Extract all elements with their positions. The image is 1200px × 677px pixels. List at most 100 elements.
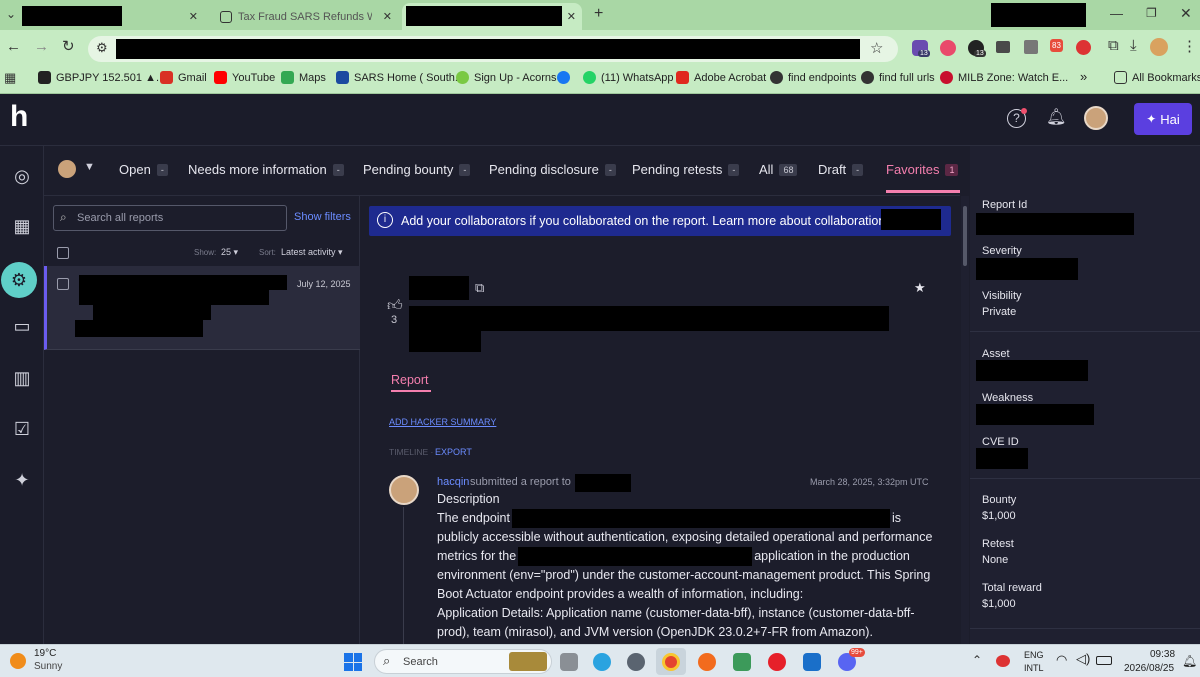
favorite-star-icon[interactable]: ★ bbox=[914, 280, 926, 296]
extension-icon-4[interactable] bbox=[1024, 40, 1038, 54]
bookmark-sars[interactable]: SARS Home ( South... bbox=[336, 71, 464, 84]
bookmark-whatsapp[interactable]: (11) WhatsApp bbox=[583, 71, 674, 84]
minimize-icon[interactable]: — bbox=[1110, 6, 1123, 21]
wifi-icon[interactable]: ◠ bbox=[1056, 652, 1067, 668]
telegram-icon[interactable] bbox=[593, 653, 611, 671]
outlook-icon[interactable] bbox=[803, 653, 821, 671]
close-icon[interactable]: ✕ bbox=[567, 10, 576, 23]
bell-icon[interactable]: 🔔︎ bbox=[1046, 107, 1066, 127]
bookmark-adobe[interactable]: Adobe Acrobat bbox=[676, 71, 766, 84]
target-icon[interactable]: ◎ bbox=[9, 163, 35, 189]
tab-favorites[interactable]: Favorites 1 bbox=[886, 162, 959, 177]
weather-desc[interactable]: Sunny bbox=[34, 661, 62, 672]
bookmark-facebook[interactable] bbox=[557, 71, 570, 84]
tab-all[interactable]: All 68 bbox=[759, 162, 798, 177]
dashboard-icon[interactable]: ▦ bbox=[9, 213, 35, 239]
author-avatar[interactable] bbox=[389, 475, 419, 505]
close-icon[interactable]: ✕ bbox=[189, 10, 198, 23]
author-link[interactable]: hacqin bbox=[437, 476, 469, 488]
chevron-up-icon[interactable]: ⌃ bbox=[972, 653, 982, 667]
tab-open[interactable]: Open - bbox=[119, 162, 168, 177]
tab-needs-more-information[interactable]: Needs more information - bbox=[188, 162, 344, 177]
windows-taskbar: 19°C Sunny ⌕ Search 99+ ⌃ ENG INTL ◠ ◁) … bbox=[0, 644, 1200, 677]
all-bookmarks[interactable]: All Bookmarks bbox=[1114, 71, 1200, 84]
close-icon[interactable]: ✕ bbox=[383, 10, 392, 23]
photos-icon[interactable] bbox=[733, 653, 751, 671]
profile-avatar[interactable] bbox=[1150, 38, 1168, 56]
tab-pending-retests[interactable]: Pending retests - bbox=[632, 162, 740, 177]
list-item-checkbox[interactable] bbox=[57, 278, 69, 290]
folder-icon[interactable] bbox=[996, 41, 1010, 53]
extension-icon-5[interactable] bbox=[1076, 40, 1091, 55]
notifications-bell-icon[interactable]: 🔔︎ bbox=[1182, 654, 1197, 668]
detail-scrollbar[interactable] bbox=[961, 196, 969, 644]
back-icon[interactable]: ← bbox=[6, 38, 21, 55]
yandex-icon[interactable] bbox=[768, 653, 786, 671]
browser-tab-1[interactable]: ✕ bbox=[14, 3, 204, 30]
user-avatar[interactable] bbox=[58, 160, 76, 178]
ai-sparkle-icon[interactable]: ✦ bbox=[9, 467, 35, 493]
upvote-icon[interactable]: 👍︎ bbox=[387, 297, 403, 315]
clock-date[interactable]: 2026/08/25 bbox=[1124, 663, 1174, 674]
reload-icon[interactable]: ↻ bbox=[62, 37, 75, 55]
close-window-icon[interactable]: ✕ bbox=[1180, 5, 1192, 22]
more-bookmarks-button[interactable]: » bbox=[1080, 69, 1087, 84]
forward-icon[interactable]: → bbox=[34, 38, 49, 55]
battery-icon[interactable] bbox=[1096, 656, 1112, 665]
user-avatar[interactable] bbox=[1084, 106, 1108, 130]
weather-temp[interactable]: 19°C bbox=[34, 648, 56, 659]
address-bar[interactable]: ⚙ ☆ bbox=[88, 36, 898, 62]
settings-icon[interactable] bbox=[627, 653, 645, 671]
analytics-icon[interactable]: ▭ bbox=[9, 313, 35, 339]
bookmark-acorns[interactable]: Sign Up - Acorns bbox=[456, 71, 557, 84]
export-link[interactable]: EXPORT bbox=[435, 447, 472, 457]
site-info-icon[interactable]: ⚙ bbox=[96, 40, 108, 56]
chrome-icon[interactable] bbox=[662, 653, 680, 671]
bookmark-milb[interactable]: MILB Zone: Watch E... bbox=[940, 71, 1068, 84]
language-eng[interactable]: ENG bbox=[1024, 650, 1044, 660]
apps-grid-icon[interactable]: ▦ bbox=[4, 70, 16, 86]
new-tab-button[interactable]: + bbox=[594, 5, 603, 23]
tray-app-icon[interactable] bbox=[996, 655, 1010, 667]
task-view-icon[interactable] bbox=[560, 653, 578, 671]
language-intl[interactable]: INTL bbox=[1024, 663, 1044, 673]
add-hacker-summary-link[interactable]: ADD HACKER SUMMARY bbox=[389, 417, 496, 427]
show-count-select[interactable]: 25 ▾ bbox=[221, 247, 238, 258]
browser-tab-2[interactable]: Tax Fraud SARS Refunds Warnin ✕ bbox=[212, 3, 398, 30]
copy-icon[interactable]: ⧉ bbox=[475, 280, 484, 296]
bookmark-gbpjpy[interactable]: GBPJPY 152.501 ▲... bbox=[38, 71, 165, 84]
select-all-checkbox[interactable] bbox=[57, 247, 69, 259]
windows-start-icon[interactable] bbox=[344, 653, 362, 671]
report-tab[interactable]: Report bbox=[391, 373, 429, 387]
chevron-down-icon[interactable]: ▼ bbox=[84, 161, 95, 173]
restore-icon[interactable]: ❐ bbox=[1146, 6, 1157, 20]
clock-time[interactable]: 09:38 bbox=[1150, 649, 1175, 660]
taskbar-search[interactable]: ⌕ Search bbox=[374, 649, 552, 674]
tab-pending-disclosure[interactable]: Pending disclosure - bbox=[489, 162, 616, 177]
puzzle-icon[interactable]: ⧉ bbox=[1108, 37, 1119, 54]
sort-select[interactable]: Latest activity ▾ bbox=[281, 247, 343, 258]
search-input[interactable]: ⌕ Search all reports bbox=[53, 205, 287, 231]
extension-icon-2[interactable] bbox=[940, 40, 956, 56]
tab-draft[interactable]: Draft - bbox=[818, 162, 864, 177]
tab-pending-bounty[interactable]: Pending bounty - bbox=[363, 162, 471, 177]
browser-tab-3[interactable]: ✕ bbox=[402, 3, 582, 30]
bug-reports-icon[interactable]: ⚙ bbox=[1, 262, 37, 298]
bookmark-maps[interactable]: Maps bbox=[281, 71, 326, 84]
menu-icon[interactable]: ⋮ bbox=[1182, 37, 1197, 55]
download-icon[interactable]: ⤓ bbox=[1130, 37, 1137, 54]
hai-button[interactable]: ✦ Hai bbox=[1134, 103, 1192, 135]
bookmark-gmail[interactable]: Gmail bbox=[160, 71, 207, 84]
scrollbar-thumb[interactable] bbox=[963, 206, 967, 266]
bookmark-find-full-urls[interactable]: find full urls bbox=[861, 71, 935, 84]
bar-chart-icon[interactable]: ▥ bbox=[9, 365, 35, 391]
star-icon[interactable]: ☆ bbox=[870, 39, 883, 57]
bookmark-youtube[interactable]: YouTube bbox=[214, 71, 275, 84]
hackerone-logo[interactable]: h bbox=[10, 100, 28, 134]
checklist-icon[interactable]: ☑ bbox=[9, 416, 35, 442]
firefox-icon[interactable] bbox=[698, 653, 716, 671]
volume-icon[interactable]: ◁) bbox=[1076, 651, 1090, 667]
list-item[interactable]: July 12, 2025 bbox=[44, 266, 360, 350]
bookmark-find-endpoints[interactable]: find endpoints bbox=[770, 71, 857, 84]
show-filters-link[interactable]: Show filters bbox=[294, 211, 351, 223]
